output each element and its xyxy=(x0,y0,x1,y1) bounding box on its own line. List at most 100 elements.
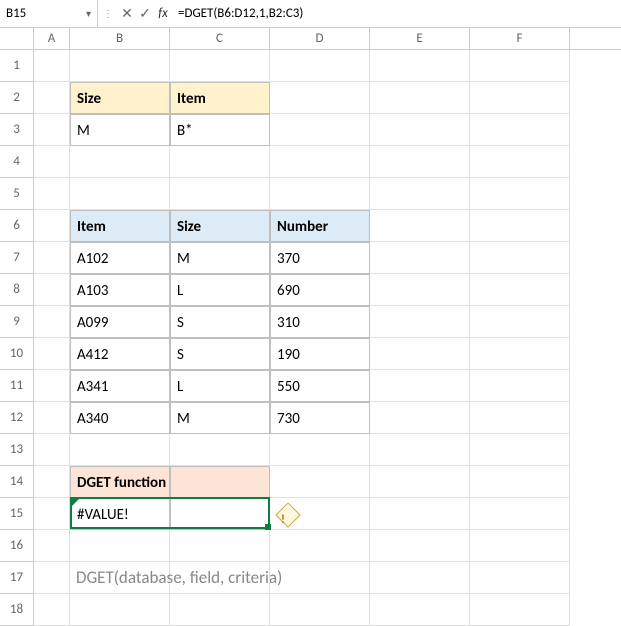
cell-E10[interactable] xyxy=(370,338,470,370)
cell-D8[interactable]: 690 xyxy=(270,274,370,306)
cell-A3[interactable] xyxy=(34,114,70,146)
cell-F3[interactable] xyxy=(470,114,570,146)
cell-B4[interactable] xyxy=(70,146,170,178)
row-header-11[interactable]: 11 xyxy=(0,370,34,402)
cell-B3[interactable]: M xyxy=(70,114,170,146)
row-header-7[interactable]: 7 xyxy=(0,242,34,274)
cell-D3[interactable] xyxy=(270,114,370,146)
cell-D14[interactable] xyxy=(270,466,370,498)
cell-E9[interactable] xyxy=(370,306,470,338)
cell-C18[interactable] xyxy=(170,594,270,626)
cell-C1[interactable] xyxy=(170,50,270,82)
cell-E18[interactable] xyxy=(370,594,470,626)
cell-D5[interactable] xyxy=(270,178,370,210)
cell-E8[interactable] xyxy=(370,274,470,306)
cell-C7[interactable]: M xyxy=(170,242,270,274)
cell-A17[interactable] xyxy=(34,562,70,594)
cell-C15[interactable] xyxy=(170,498,270,530)
cell-C5[interactable] xyxy=(170,178,270,210)
cell-E4[interactable] xyxy=(370,146,470,178)
row-header-17[interactable]: 17 xyxy=(0,562,34,594)
row-header-14[interactable]: 14 xyxy=(0,466,34,498)
row-header-18[interactable]: 18 xyxy=(0,594,34,626)
cell-B5[interactable] xyxy=(70,178,170,210)
fx-icon[interactable]: fx xyxy=(154,6,172,21)
col-header-B[interactable]: B xyxy=(70,28,170,49)
cell-E15[interactable] xyxy=(370,498,470,530)
cell-B16[interactable] xyxy=(70,530,170,562)
cell-E12[interactable] xyxy=(370,402,470,434)
cell-A18[interactable] xyxy=(34,594,70,626)
col-header-D[interactable]: D xyxy=(270,28,370,49)
cell-C6[interactable]: Size xyxy=(170,210,270,242)
cell-C3[interactable]: B* xyxy=(170,114,270,146)
row-header-15[interactable]: 15 xyxy=(0,498,34,530)
cell-D11[interactable]: 550 xyxy=(270,370,370,402)
cell-E17[interactable] xyxy=(370,562,470,594)
cell-B15[interactable]: #VALUE! xyxy=(70,498,170,530)
cell-B17[interactable]: DGET(database, field, criteria) xyxy=(70,562,170,594)
col-header-E[interactable]: E xyxy=(370,28,470,49)
cell-A11[interactable] xyxy=(34,370,70,402)
row-header-3[interactable]: 3 xyxy=(0,114,34,146)
cell-B9[interactable]: A099 xyxy=(70,306,170,338)
cell-F10[interactable] xyxy=(470,338,570,370)
cell-E13[interactable] xyxy=(370,434,470,466)
cell-C4[interactable] xyxy=(170,146,270,178)
cell-A14[interactable] xyxy=(34,466,70,498)
cell-F4[interactable] xyxy=(470,146,570,178)
row-header-4[interactable]: 4 xyxy=(0,146,34,178)
cell-D16[interactable] xyxy=(270,530,370,562)
cell-C10[interactable]: S xyxy=(170,338,270,370)
cell-A15[interactable] xyxy=(34,498,70,530)
cell-F5[interactable] xyxy=(470,178,570,210)
cell-C2[interactable]: Item xyxy=(170,82,270,114)
cell-F2[interactable] xyxy=(470,82,570,114)
row-header-10[interactable]: 10 xyxy=(0,338,34,370)
cell-D15[interactable] xyxy=(270,498,370,530)
cell-B11[interactable]: A341 xyxy=(70,370,170,402)
cell-A1[interactable] xyxy=(34,50,70,82)
row-header-6[interactable]: 6 xyxy=(0,210,34,242)
cell-D18[interactable] xyxy=(270,594,370,626)
cell-F13[interactable] xyxy=(470,434,570,466)
row-header-2[interactable]: 2 xyxy=(0,82,34,114)
cell-E5[interactable] xyxy=(370,178,470,210)
cell-E1[interactable] xyxy=(370,50,470,82)
cell-B18[interactable] xyxy=(70,594,170,626)
row-header-5[interactable]: 5 xyxy=(0,178,34,210)
row-header-16[interactable]: 16 xyxy=(0,530,34,562)
cell-D7[interactable]: 370 xyxy=(270,242,370,274)
cell-A10[interactable] xyxy=(34,338,70,370)
formula-input[interactable]: =DGET(B6:D12,1,B2:C3) xyxy=(172,6,621,21)
cell-A13[interactable] xyxy=(34,434,70,466)
cell-E11[interactable] xyxy=(370,370,470,402)
cell-B2[interactable]: Size xyxy=(70,82,170,114)
cell-F14[interactable] xyxy=(470,466,570,498)
cell-D17[interactable] xyxy=(270,562,370,594)
col-header-A[interactable]: A xyxy=(34,28,70,49)
cell-D1[interactable] xyxy=(270,50,370,82)
cell-A8[interactable] xyxy=(34,274,70,306)
select-all-corner[interactable] xyxy=(0,28,34,49)
cell-B14[interactable]: DGET function xyxy=(70,466,170,498)
cell-F16[interactable] xyxy=(470,530,570,562)
cell-D2[interactable] xyxy=(270,82,370,114)
name-box[interactable]: B15 ▾ xyxy=(0,0,98,27)
cell-F11[interactable] xyxy=(470,370,570,402)
col-header-F[interactable]: F xyxy=(470,28,570,49)
cell-B8[interactable]: A103 xyxy=(70,274,170,306)
cell-C8[interactable]: L xyxy=(170,274,270,306)
cell-F18[interactable] xyxy=(470,594,570,626)
cell-B6[interactable]: Item xyxy=(70,210,170,242)
cell-E2[interactable] xyxy=(370,82,470,114)
cell-C14[interactable] xyxy=(170,466,270,498)
cell-B12[interactable]: A340 xyxy=(70,402,170,434)
cell-F15[interactable] xyxy=(470,498,570,530)
cell-D6[interactable]: Number xyxy=(270,210,370,242)
cell-B10[interactable]: A412 xyxy=(70,338,170,370)
cell-F8[interactable] xyxy=(470,274,570,306)
cell-A6[interactable] xyxy=(34,210,70,242)
cell-A5[interactable] xyxy=(34,178,70,210)
cell-A12[interactable] xyxy=(34,402,70,434)
